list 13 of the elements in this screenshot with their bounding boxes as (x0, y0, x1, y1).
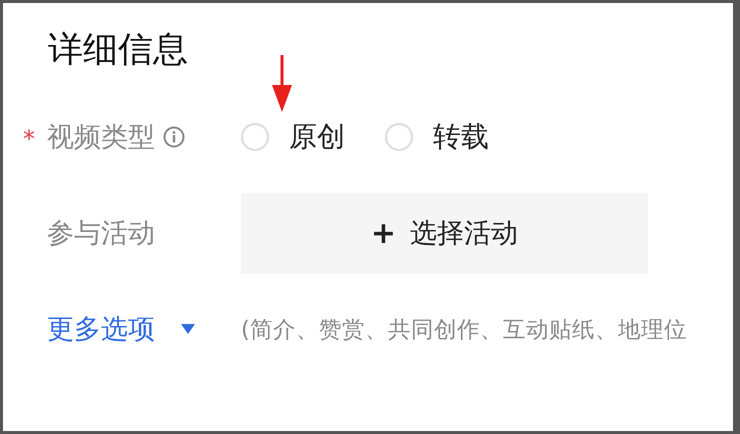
caret-down-icon[interactable] (181, 324, 195, 334)
radio-label[interactable]: 转载 (433, 118, 489, 156)
field-label: 视频类型 (47, 121, 155, 155)
field-label: 参与活动 (47, 217, 155, 251)
radio-label[interactable]: 原创 (289, 118, 345, 156)
radio-button[interactable] (241, 123, 269, 151)
radio-button[interactable] (385, 123, 413, 151)
select-activity-button[interactable]: + 选择活动 (241, 192, 648, 274)
required-mark: * (23, 125, 35, 153)
hint-text: (简介、赞赏、共同创作、互动贴纸、地理位 (241, 316, 687, 344)
info-icon[interactable] (163, 126, 185, 148)
section-title: 详细信息 (48, 29, 188, 72)
more-options-toggle[interactable]: 更多选项 (47, 311, 195, 347)
